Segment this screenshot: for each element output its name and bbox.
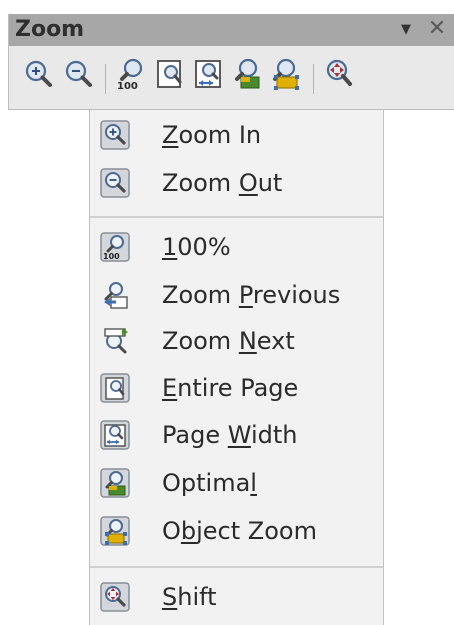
zoom-in-icon (100, 120, 130, 150)
page-width-icon (100, 420, 130, 450)
zoom-in-icon (25, 60, 52, 87)
shift-icon (100, 582, 130, 612)
zoom-dropdown-menu: Zoom In Zoom Out 100 100% Zoom Previous … (89, 110, 384, 625)
menu-item-label: Object Zoom (162, 517, 317, 545)
zoom-previous-icon (100, 280, 130, 310)
toolbar-entire-page-button[interactable] (155, 57, 187, 91)
entire-page-icon (100, 373, 130, 403)
toolbar-close-icon[interactable]: ✕ (425, 17, 449, 41)
toolbar-object-zoom-button[interactable] (269, 57, 301, 91)
menu-item-label: Zoom Next (162, 327, 295, 355)
optimal-icon (100, 468, 130, 498)
menu-separator (90, 216, 383, 218)
menu-item-zoom-previous[interactable]: Zoom Previous (90, 272, 383, 318)
menu-item-object-zoom[interactable]: Object Zoom (90, 508, 383, 554)
zoom-out-icon (100, 168, 130, 198)
zoom-out-icon (65, 60, 92, 87)
zoom-100-icon: 100 (100, 232, 130, 262)
shift-icon (326, 59, 352, 86)
svg-text:100: 100 (103, 252, 120, 261)
menu-item-zoom-out[interactable]: Zoom Out (90, 160, 383, 206)
toolbar-zoom-in-button[interactable] (23, 57, 55, 91)
zoom-100-icon: 100 (117, 58, 143, 92)
menu-item-zoom-in[interactable]: Zoom In (90, 112, 383, 158)
menu-item-label: Shift (162, 583, 217, 611)
toolbar-buttons: 100 (9, 46, 454, 108)
object-zoom-icon (273, 58, 299, 90)
toolbar-title: Zoom (15, 17, 85, 42)
toolbar-page-width-button[interactable] (193, 57, 225, 91)
toolbar-menu-arrow-icon[interactable]: ▼ (396, 22, 416, 38)
zoom-toolbar: Zoom ▼ ✕ 100 (8, 14, 454, 110)
object-zoom-icon (100, 516, 130, 546)
optimal-icon (235, 58, 260, 89)
toolbar-zoom-out-button[interactable] (63, 57, 95, 91)
menu-item-entire-page[interactable]: Entire Page (90, 365, 383, 411)
toolbar-separator (313, 64, 314, 94)
svg-text:100: 100 (117, 81, 138, 91)
menu-item-optimal[interactable]: Optimal (90, 460, 383, 506)
toolbar-titlebar[interactable]: Zoom ▼ ✕ (9, 14, 454, 46)
zoom-next-icon (100, 326, 130, 356)
toolbar-zoom-100-button[interactable]: 100 (115, 57, 147, 92)
menu-item-label: Zoom In (162, 121, 262, 149)
menu-item-zoom-next[interactable]: Zoom Next (90, 318, 383, 364)
toolbar-shift-button[interactable] (323, 57, 355, 91)
menu-item-label: Zoom Out (162, 169, 283, 197)
entire-page-icon (157, 60, 182, 88)
menu-item-shift[interactable]: Shift (90, 574, 383, 620)
menu-item-page-width[interactable]: Page Width (90, 412, 383, 458)
page-width-icon (195, 60, 221, 88)
menu-item-label: Optimal (162, 469, 257, 497)
toolbar-separator (105, 64, 106, 94)
menu-item-label: 100% (162, 233, 231, 261)
toolbar-optimal-button[interactable] (231, 57, 263, 91)
menu-item-label: Page Width (162, 421, 298, 449)
menu-item-label: Entire Page (162, 374, 299, 402)
menu-item-label: Zoom Previous (162, 281, 341, 309)
menu-item-zoom-100[interactable]: 100 100% (90, 224, 383, 270)
menu-separator (90, 566, 383, 568)
